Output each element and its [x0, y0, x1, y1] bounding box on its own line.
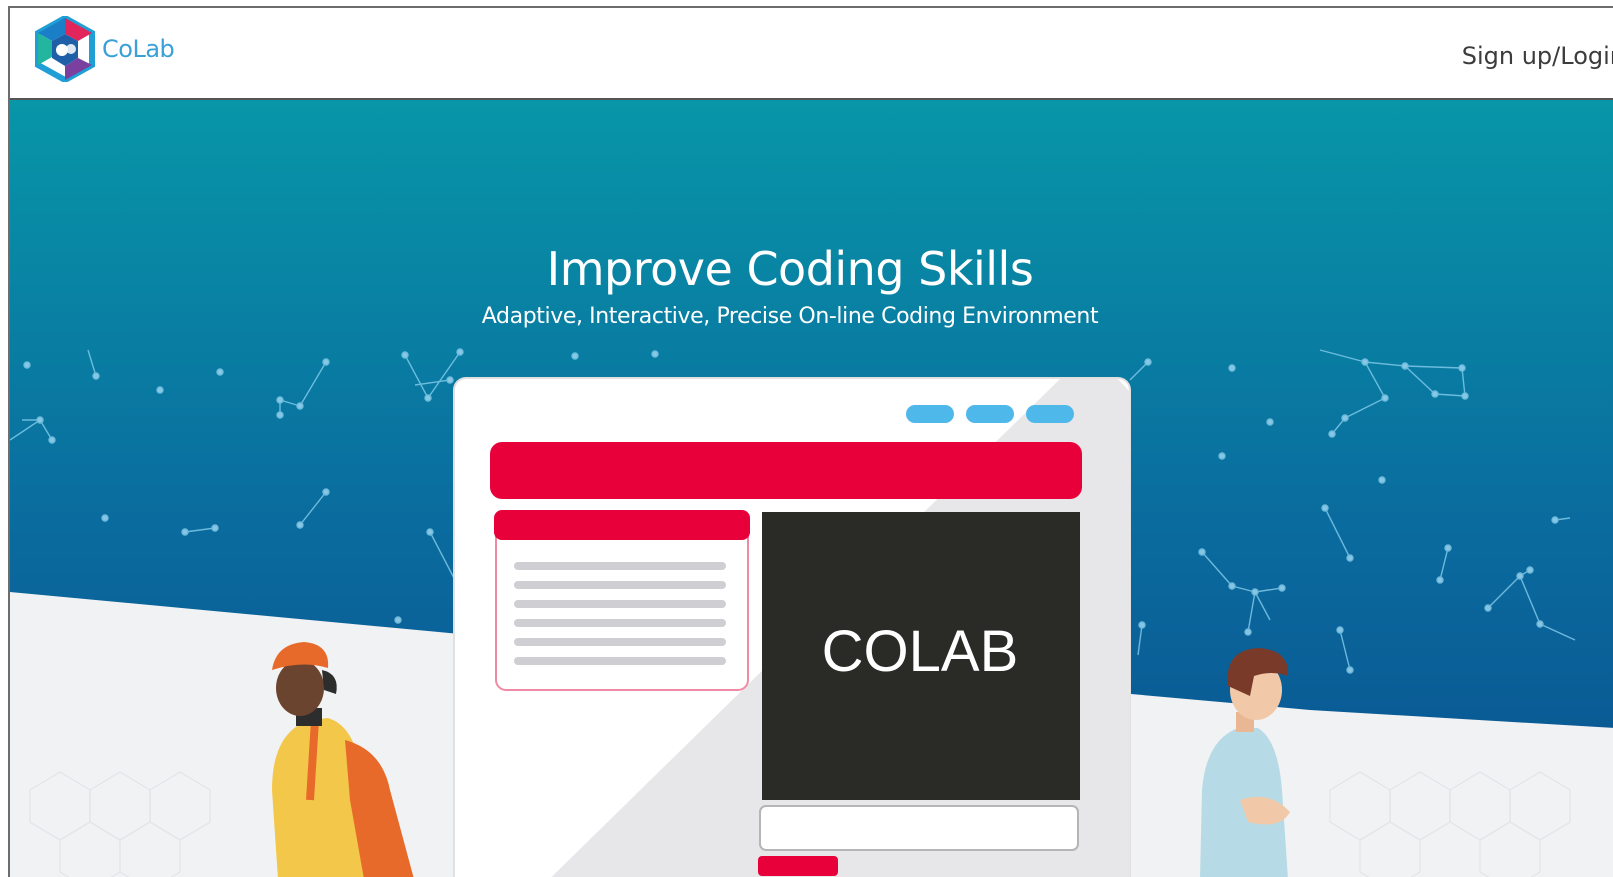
window-control-dot: [1026, 405, 1074, 423]
hero-banner: Improve Coding Skills Adaptive, Interact…: [10, 100, 1613, 877]
colab-hexagon-logo-icon: [35, 16, 95, 82]
logo[interactable]: CoLab: [34, 16, 175, 82]
window-control-dot: [906, 405, 954, 423]
hero-title: Improve Coding Skills: [546, 242, 1034, 296]
hero-illustration: [10, 100, 1613, 877]
app-name: CoLab: [102, 35, 175, 63]
input-bar: [759, 805, 1079, 851]
top-navbar: CoLab Sign up/Login: [10, 8, 1613, 100]
sign-up-login-link[interactable]: Sign up/Login: [1462, 42, 1613, 70]
browser-header-bar: [490, 442, 1082, 499]
browser-frame: CoLab Sign up/Login Improve Coding Skill…: [8, 6, 1613, 877]
window-control-dot: [966, 405, 1014, 423]
screen-label: COLAB: [821, 619, 1019, 684]
hero-subtitle: Adaptive, Interactive, Precise On-line C…: [481, 304, 1099, 329]
